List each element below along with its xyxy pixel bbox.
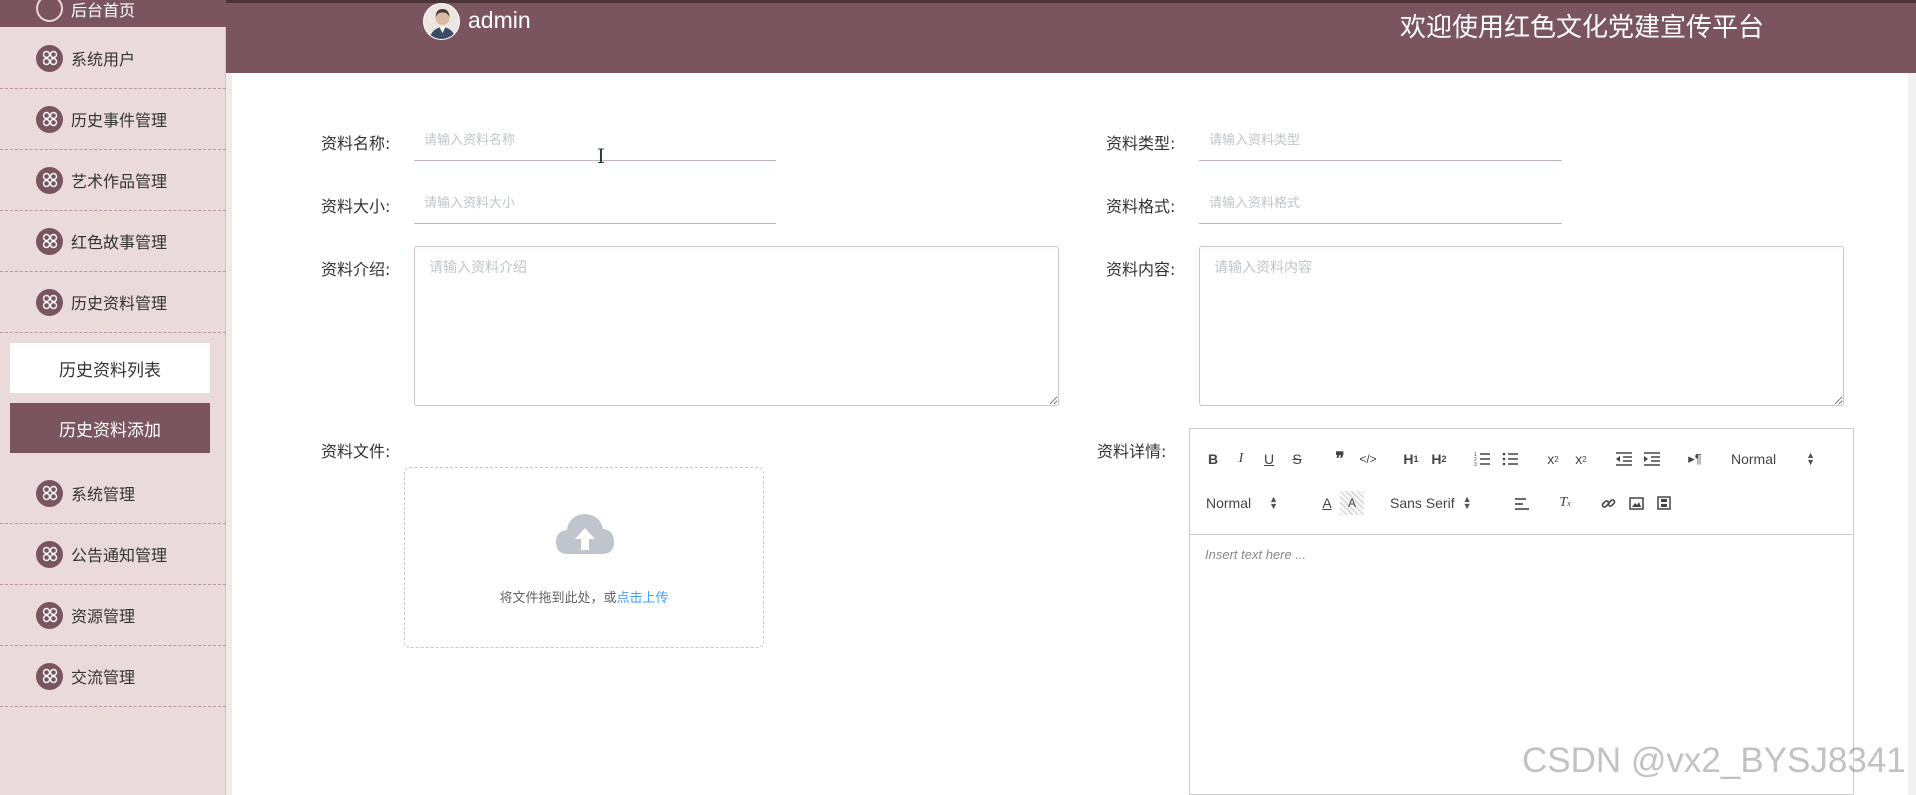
size-label: 资料大小: [321,197,391,216]
video-icon[interactable] [1652,491,1676,515]
top-header: admin 欢迎使用红色文化党建宣传平台 [226,0,1916,73]
menu-grid-icon [36,662,63,690]
home-icon [36,0,63,22]
svg-text:3: 3 [1474,462,1477,466]
sidebar-subitem-material-add[interactable]: 历史资料添加 [10,403,210,453]
underline-icon[interactable]: U [1257,447,1281,471]
bullet-list-icon[interactable] [1498,447,1522,471]
sidebar-subitem-material-list[interactable]: 历史资料列表 [10,343,210,393]
material-name-input[interactable] [414,121,776,161]
ordered-list-icon[interactable]: 123 [1470,447,1494,471]
heading-1-icon[interactable]: H1 [1399,447,1423,471]
font-select[interactable]: Sans Serif ▲ ▼ [1390,491,1472,515]
menu-grid-icon [36,288,63,316]
superscript-icon[interactable]: x2 [1569,447,1593,471]
italic-icon[interactable]: I [1229,447,1253,471]
sidebar: 后台首页 系统用户 历史事件管理 艺术作品管理 红色故事管理 历史资料管理 历史… [0,0,226,795]
sidebar-item-system-users[interactable]: 系统用户 [0,28,226,89]
sidebar-item-label: 历史事件管理 [71,111,168,130]
sidebar-item-history-materials[interactable]: 历史资料管理 [0,272,226,333]
intro-label: 资料介绍: [321,260,391,279]
menu-grid-icon [36,540,63,568]
menu-grid-icon [36,479,63,507]
material-content-textarea[interactable] [1199,246,1844,406]
sidebar-item-home[interactable]: 后台首页 [0,0,226,27]
cloud-upload-icon [554,510,616,563]
sidebar-item-label: 历史资料管理 [71,294,168,313]
editor-toolbar: B I U S ❞ </> H1 H2 123 x2 x2 ▸¶ Normal ▲… [1190,429,1853,535]
size-select[interactable]: Normal ▲ ▼ [1206,491,1278,515]
header-select[interactable]: Normal ▲ ▼ [1731,447,1815,471]
sidebar-item-label: 艺术作品管理 [71,172,168,191]
blockquote-icon[interactable]: ❞ [1328,447,1352,471]
sidebar-item-exchange[interactable]: 交流管理 [0,646,226,707]
outdent-icon[interactable] [1612,447,1636,471]
sidebar-item-artworks[interactable]: 艺术作品管理 [0,150,226,211]
file-upload-dropzone[interactable]: 将文件拖到此处，或点击上传 [404,467,764,648]
menu-grid-icon [36,601,63,629]
sidebar-item-label: 公告通知管理 [71,546,168,565]
sidebar-item-label: 后台首页 [71,0,136,20]
upload-hint: 将文件拖到此处，或点击上传 [499,591,669,606]
format-label: 资料格式: [1106,197,1176,216]
sidebar-item-label: 系统管理 [71,485,136,504]
material-size-input[interactable] [414,184,776,224]
file-label: 资料文件: [321,442,391,461]
detail-label: 资料详情: [1097,442,1167,461]
code-block-icon[interactable]: </> [1356,447,1380,471]
sidebar-item-history-events[interactable]: 历史事件管理 [0,89,226,150]
content-label: 资料内容: [1106,260,1176,279]
sidebar-item-resources[interactable]: 资源管理 [0,585,226,646]
text-direction-icon[interactable]: ▸¶ [1683,447,1707,471]
background-color-icon[interactable]: A [1340,491,1364,515]
material-format-input[interactable] [1199,184,1562,224]
sidebar-item-label: 交流管理 [71,668,136,687]
font-color-icon[interactable]: A [1315,491,1339,515]
avatar[interactable] [423,3,460,40]
material-type-input[interactable] [1199,121,1562,161]
menu-grid-icon [36,44,63,72]
sidebar-item-red-stories[interactable]: 红色故事管理 [0,211,226,272]
menu-grid-icon [36,105,63,133]
material-intro-textarea[interactable] [414,246,1059,406]
image-icon[interactable] [1624,491,1648,515]
type-label: 资料类型: [1106,134,1176,153]
heading-2-icon[interactable]: H2 [1427,447,1451,471]
sidebar-item-label: 资源管理 [71,607,136,626]
click-upload-link[interactable]: 点击上传 [617,591,669,606]
name-label: 资料名称: [321,134,391,153]
page-title: 欢迎使用红色文化党建宣传平台 [1399,13,1764,43]
username: admin [468,7,531,33]
editor-content[interactable]: Insert text here ... [1190,535,1853,574]
menu-grid-icon [36,166,63,194]
clear-format-icon[interactable]: Tx [1553,491,1577,515]
subscript-icon[interactable]: x2 [1541,447,1565,471]
sidebar-item-label: 系统用户 [71,50,136,69]
page-scrollbar[interactable] [1908,73,1916,795]
sidebar-item-label: 红色故事管理 [71,233,168,252]
sidebar-item-system-management[interactable]: 系统管理 [0,463,226,524]
sidebar-item-notices[interactable]: 公告通知管理 [0,524,226,585]
text-cursor-icon: I [597,144,605,168]
indent-icon[interactable] [1640,447,1664,471]
bold-icon[interactable]: B [1201,447,1225,471]
menu-grid-icon [36,227,63,255]
link-icon[interactable] [1596,491,1620,515]
rich-text-editor: B I U S ❞ </> H1 H2 123 x2 x2 ▸¶ Normal ▲… [1189,428,1854,795]
watermark: CSDN @vx2_BYSJ8341 [1522,741,1906,780]
strikethrough-icon[interactable]: S [1285,447,1309,471]
align-icon[interactable] [1510,491,1534,515]
